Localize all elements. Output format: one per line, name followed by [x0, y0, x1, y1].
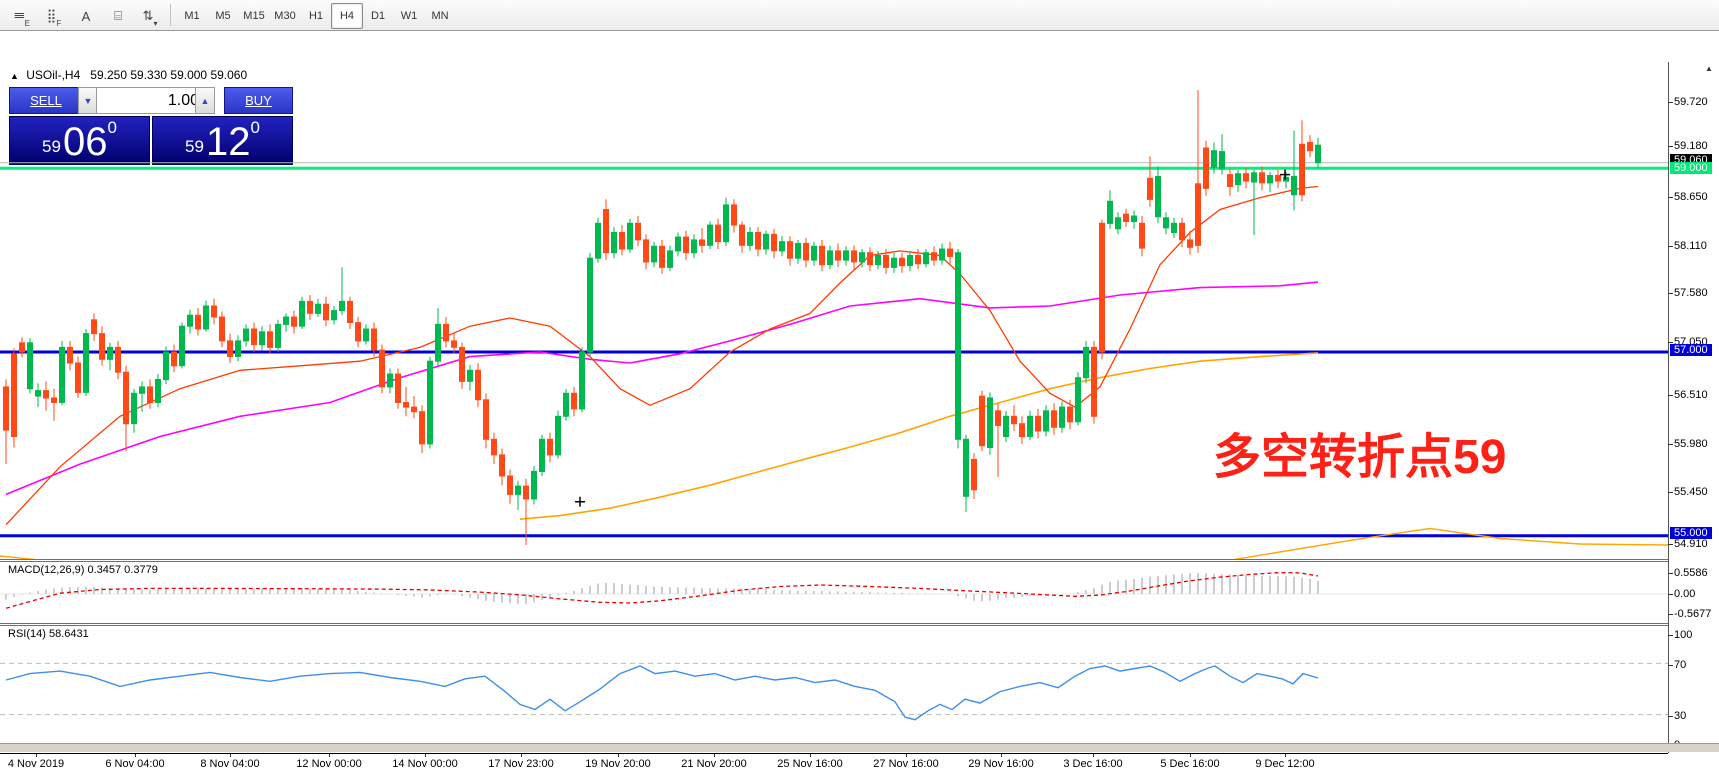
price-tick-label: 55.980	[1674, 438, 1708, 450]
rsi-tick-label: 70	[1674, 659, 1686, 671]
price-badge-57.000: 57.000	[1670, 344, 1712, 356]
price-badge-55.000: 55.000	[1670, 527, 1712, 539]
axis-tick-mark	[1668, 492, 1673, 493]
axis-tick-mark	[1668, 614, 1673, 615]
date-tick-mark	[810, 754, 811, 757]
date-tick-label: 8 Nov 04:00	[200, 758, 259, 770]
axis-tick-mark	[1668, 293, 1673, 294]
axis-tick-mark	[1668, 146, 1673, 147]
timeframe-button-w1[interactable]: W1	[393, 3, 425, 29]
timeframe-button-m15[interactable]: M15	[238, 3, 270, 29]
date-tick-label: 12 Nov 00:00	[296, 758, 361, 770]
macd-tick-label: -0.5677	[1674, 608, 1711, 620]
axis-tick-mark	[1668, 635, 1673, 636]
price-tick-label: 59.720	[1674, 96, 1708, 108]
axis-tick-mark	[1668, 444, 1673, 445]
date-tick-mark	[329, 754, 330, 757]
date-tick-label: 14 Nov 00:00	[392, 758, 457, 770]
panel-separator[interactable]	[0, 623, 1668, 624]
date-tick-mark	[230, 754, 231, 757]
date-tick-mark	[1001, 754, 1002, 757]
date-tick-mark	[521, 754, 522, 757]
timeframe-button-mn[interactable]: MN	[424, 3, 456, 29]
macd-tick-label: 0.00	[1674, 588, 1695, 600]
draw-arrows-icon[interactable]: ⇅▾	[136, 3, 164, 29]
date-tick-mark	[714, 754, 715, 757]
timeframe-button-d1[interactable]: D1	[362, 3, 394, 29]
label-t-icon[interactable]: ⌸	[104, 3, 132, 29]
date-tick-label: 9 Dec 12:00	[1255, 758, 1314, 770]
date-tick-label: 21 Nov 20:00	[681, 758, 746, 770]
macd-panel-canvas[interactable]	[0, 562, 1668, 623]
date-tick-label: 29 Nov 16:00	[968, 758, 1033, 770]
chinese-annotation-text: 多空转折点59	[1213, 417, 1506, 487]
date-tick-mark	[135, 754, 136, 757]
axis-tick-mark	[1668, 716, 1673, 717]
date-tick-mark	[618, 754, 619, 757]
axis-tick-mark	[1668, 102, 1673, 103]
date-tick-label: 4 Nov 2019	[8, 758, 64, 770]
date-tick-label: 3 Dec 16:00	[1063, 758, 1122, 770]
axis-tick-mark	[1668, 197, 1673, 198]
price-tick-label: 58.650	[1674, 191, 1708, 203]
rsi-indicator-label: RSI(14) 58.6431	[8, 628, 89, 640]
time-axis-line	[0, 753, 1668, 754]
price-tick-label: 57.580	[1674, 287, 1708, 299]
grid-points-icon[interactable]: ⣿F	[40, 3, 68, 29]
axis-tick-mark	[1668, 594, 1673, 595]
axis-tick-mark	[1668, 573, 1673, 574]
toolbar-separator	[170, 4, 171, 26]
timeframe-button-h4[interactable]: H4	[331, 3, 363, 29]
timeframe-button-m1[interactable]: M1	[176, 3, 208, 29]
axis-tick-mark	[1668, 395, 1673, 396]
rsi-tick-label: 100	[1674, 629, 1692, 641]
top-toolbar: 𝍢E⣿FA⌸⇅▾ M1M5M15M30H1H4D1W1MN	[0, 0, 1719, 31]
axis-tick-mark	[1668, 544, 1673, 545]
axis-tick-mark	[1668, 342, 1673, 343]
axis-tick-mark	[1668, 246, 1673, 247]
chart-window: ▲ USOil-,H4 59.250 59.330 59.000 59.060 …	[0, 31, 1719, 742]
date-tick-mark	[1093, 754, 1094, 757]
date-tick-mark	[906, 754, 907, 757]
text-a-icon[interactable]: A	[72, 3, 100, 29]
timeframe-button-m30[interactable]: M30	[269, 3, 301, 29]
date-tick-label: 17 Nov 23:00	[488, 758, 553, 770]
date-tick-mark	[1285, 754, 1286, 757]
date-tick-label: 6 Nov 04:00	[105, 758, 164, 770]
price-tick-label: 59.180	[1674, 140, 1708, 152]
date-tick-label: 25 Nov 16:00	[777, 758, 842, 770]
price-axis-line	[1668, 62, 1669, 753]
price-tick-label: 54.910	[1674, 538, 1708, 550]
date-tick-mark	[36, 754, 37, 757]
scroll-corner-icon[interactable]: ▲	[1705, 64, 1713, 73]
axis-tick-mark	[1668, 665, 1673, 666]
timeframe-button-h1[interactable]: H1	[300, 3, 332, 29]
indicators-candles-icon[interactable]: 𝍢E	[8, 3, 36, 29]
rsi-panel-canvas[interactable]	[0, 626, 1668, 753]
date-tick-label: 19 Nov 20:00	[585, 758, 650, 770]
date-tick-mark	[1190, 754, 1191, 757]
price-badge-59.000: 59.000	[1670, 162, 1712, 174]
panel-separator[interactable]	[0, 559, 1668, 560]
date-tick-label: 27 Nov 16:00	[873, 758, 938, 770]
date-tick-label: 5 Dec 16:00	[1160, 758, 1219, 770]
macd-tick-label: 0.5586	[1674, 567, 1708, 579]
rsi-tick-label: 30	[1674, 710, 1686, 722]
timeframe-button-m5[interactable]: M5	[207, 3, 239, 29]
date-tick-mark	[425, 754, 426, 757]
price-tick-label: 58.110	[1674, 240, 1707, 252]
macd-indicator-label: MACD(12,26,9) 0.3457 0.3779	[8, 564, 158, 576]
price-tick-label: 55.450	[1674, 486, 1708, 498]
price-tick-label: 56.510	[1674, 389, 1708, 401]
